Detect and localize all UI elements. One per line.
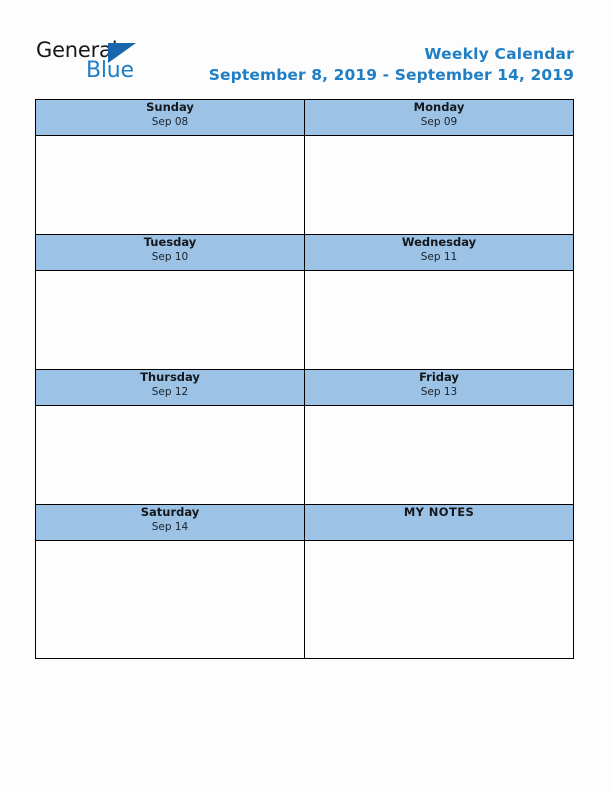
day-header-wednesday: Wednesday Sep 11 [304, 234, 574, 271]
day-entries-thursday[interactable] [36, 406, 304, 504]
day-name-label: Saturday [140, 505, 200, 519]
calendar-body-row [35, 270, 574, 370]
brand-name-blue: Blue [86, 58, 134, 83]
day-date-label: Sep 09 [420, 116, 458, 128]
day-date-label: Sep 08 [151, 116, 189, 128]
day-name-label: Monday [413, 100, 465, 114]
page-header: General Blue Weekly Calendar September 8… [0, 0, 612, 96]
day-entries-monday[interactable] [305, 136, 573, 234]
brand-logo: General Blue [36, 40, 166, 86]
notes-header: MY NOTES [304, 504, 574, 541]
day-cell-sunday[interactable] [35, 135, 305, 235]
day-name-label: Thursday [140, 370, 200, 384]
calendar-header-row: Thursday Sep 12 Friday Sep 13 [35, 369, 574, 406]
notes-entries[interactable] [305, 541, 573, 658]
day-entries-saturday[interactable] [36, 541, 304, 658]
calendar-header-row: Saturday Sep 14 MY NOTES [35, 504, 574, 541]
notes-title-label: MY NOTES [403, 505, 475, 519]
day-header-thursday: Thursday Sep 12 [35, 369, 305, 406]
day-cell-tuesday[interactable] [35, 270, 305, 370]
day-header-tuesday: Tuesday Sep 10 [35, 234, 305, 271]
title-block: Weekly Calendar September 8, 2019 - Sept… [154, 44, 574, 86]
day-entries-friday[interactable] [305, 406, 573, 504]
day-date-label: Sep 11 [420, 251, 458, 263]
calendar-body-row [35, 540, 574, 659]
day-date-label: Sep 10 [151, 251, 189, 263]
calendar-header-row: Tuesday Sep 10 Wednesday Sep 11 [35, 234, 574, 271]
day-cell-saturday[interactable] [35, 540, 305, 659]
day-name-label: Wednesday [401, 235, 477, 249]
day-header-friday: Friday Sep 13 [304, 369, 574, 406]
day-header-saturday: Saturday Sep 14 [35, 504, 305, 541]
day-name-label: Tuesday [143, 235, 197, 249]
day-date-label: Sep 14 [151, 521, 189, 533]
day-cell-wednesday[interactable] [304, 270, 574, 370]
day-name-label: Sunday [146, 100, 194, 114]
day-cell-thursday[interactable] [35, 405, 305, 505]
day-header-monday: Monday Sep 09 [304, 99, 574, 136]
day-entries-sunday[interactable] [36, 136, 304, 234]
day-cell-friday[interactable] [304, 405, 574, 505]
page-title: Weekly Calendar [424, 45, 574, 63]
day-entries-wednesday[interactable] [305, 271, 573, 369]
day-entries-tuesday[interactable] [36, 271, 304, 369]
calendar-body-row [35, 405, 574, 505]
notes-cell[interactable] [304, 540, 574, 659]
weekly-calendar-grid: Sunday Sep 08 Monday Sep 09 Tuesday Sep … [35, 99, 574, 659]
day-date-label: Sep 12 [151, 386, 189, 398]
day-cell-monday[interactable] [304, 135, 574, 235]
calendar-header-row: Sunday Sep 08 Monday Sep 09 [35, 99, 574, 136]
day-header-sunday: Sunday Sep 08 [35, 99, 305, 136]
day-name-label: Friday [419, 370, 459, 384]
date-range-subtitle: September 8, 2019 - September 14, 2019 [208, 66, 574, 84]
day-date-label: Sep 13 [420, 386, 458, 398]
calendar-body-row [35, 135, 574, 235]
